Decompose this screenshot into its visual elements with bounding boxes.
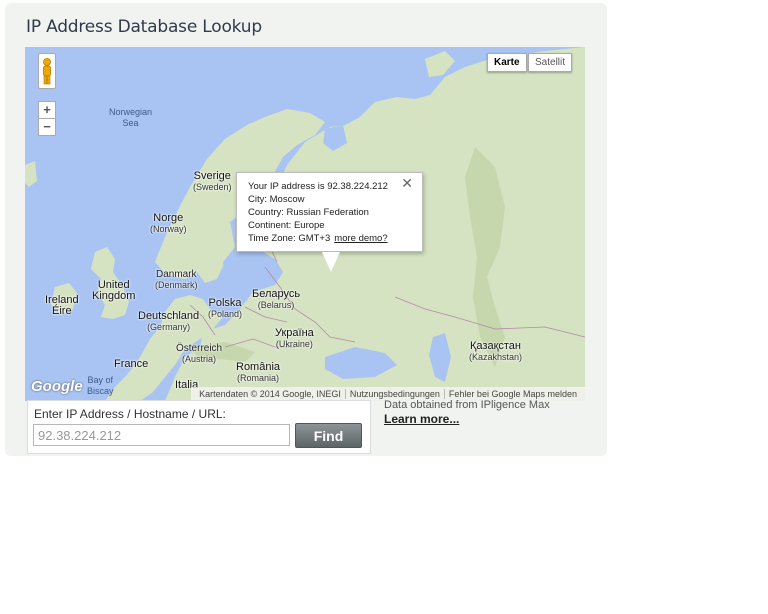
info-timezone-row: Time Zone: GMT+3 more demo? [248,232,422,245]
ukraine-sub-text: (Ukraine) [275,339,313,349]
germany-sub-text: (Germany) [147,322,191,332]
report-error-link[interactable]: Fehler bei Google Maps melden [443,389,581,399]
find-button[interactable]: Find [295,423,362,448]
learn-more-link[interactable]: Learn more... [384,412,459,426]
sweden-sub-text: (Sweden) [193,182,232,192]
map-label-poland: Polska (Poland) [208,298,242,320]
google-logo[interactable]: Google [31,378,83,395]
map[interactable]: Norwegian Sea Sverige (Sweden) Norge (Norw… [25,47,585,401]
map-label-norway: Norge (Norway) [150,213,187,235]
info-continent-line: Continent: Europe [248,220,325,231]
map-label-kazakhstan: Қазақстан (Kazakhstan) [469,341,522,363]
info-window: Your IP address is 92.38.224.212 City: M… [236,172,423,252]
info-ip-line: Your IP address is 92.38.224.212 [248,181,388,192]
france-text: France [114,358,149,370]
pegman-icon [43,58,51,85]
info-window-pointer [322,252,340,272]
belarus-text: Беларусь [252,288,301,300]
norway-text: Norge [153,212,184,224]
map-type-karte-button[interactable]: Karte [487,53,527,72]
map-label-sweden: Sverige (Sweden) [193,171,232,193]
map-label-belarus: Беларусь (Belarus) [252,289,300,311]
ukraine-text: Україна [275,327,314,339]
map-label-france: France [114,359,148,370]
map-label-uk: United Kingdom [92,280,135,302]
map-label-austria: Österreich (Austria) [176,343,222,365]
map-label-ukraine: Україна (Ukraine) [275,328,314,350]
lookup-panel: IP Address Database Lookup Norwegian Sea… [5,3,607,456]
denmark-text: Danmark [155,269,197,280]
info-city-line: City: Moscow [248,194,305,205]
terms-link[interactable]: Nutzungsbedingungen [344,389,444,399]
info-timezone-line: Time Zone: GMT+3 [248,233,331,244]
ip-address-input[interactable] [33,424,290,446]
romania-sub-text: (Romania) [237,373,280,383]
kazakhstan-sub-text: (Kazakhstan) [469,352,523,362]
austria-text: Österreich [176,343,223,354]
poland-sub-text: (Poland) [208,309,243,319]
germany-text: Deutschland [138,310,200,322]
more-demo-link[interactable]: more demo? [334,233,387,244]
map-label-norwegian-sea: Norwegian Sea [109,107,152,129]
map-label-biscay: Bay of Biscay [87,375,114,397]
kazakhstan-text: Қазақстан [470,340,521,352]
romania-text: România [236,361,281,373]
biscay-text: Bay of Biscay [87,375,114,396]
map-label-romania: România (Romania) [236,362,280,384]
ireland-text: Ireland Éire [45,294,79,317]
map-type-satellite-button[interactable]: Satellit [528,53,573,72]
uk-text: United Kingdom [92,279,136,302]
data-source-text: Data obtained from IPligence Max [384,399,550,411]
zoom-out-button[interactable]: − [38,118,56,136]
norwegian-sea-text: Norwegian Sea [109,107,153,128]
belarus-sub-text: (Belarus) [257,300,295,310]
lookup-label: Enter IP Address / Hostname / URL: [34,407,226,421]
map-label-denmark: Danmark (Denmark) [155,269,198,291]
lookup-form: Enter IP Address / Hostname / URL: Find [27,400,371,454]
poland-text: Polska [208,297,242,309]
sweden-text: Sverige [193,170,231,182]
map-attribution: Kartendaten © 2014 Google, INEGI [199,389,341,399]
street-view-pegman[interactable] [38,53,56,89]
page-title: IP Address Database Lookup [26,17,262,37]
map-label-germany: Deutschland (Germany) [138,311,199,333]
close-icon[interactable]: ✕ [401,176,413,190]
info-country-line: Country: Russian Federation [248,207,369,218]
zoom-in-button[interactable]: + [38,101,56,119]
norway-sub-text: (Norway) [150,224,187,234]
denmark-sub-text: (Denmark) [155,280,198,290]
austria-sub-text: (Austria) [182,354,217,364]
map-label-ireland: Ireland Éire [45,295,79,317]
